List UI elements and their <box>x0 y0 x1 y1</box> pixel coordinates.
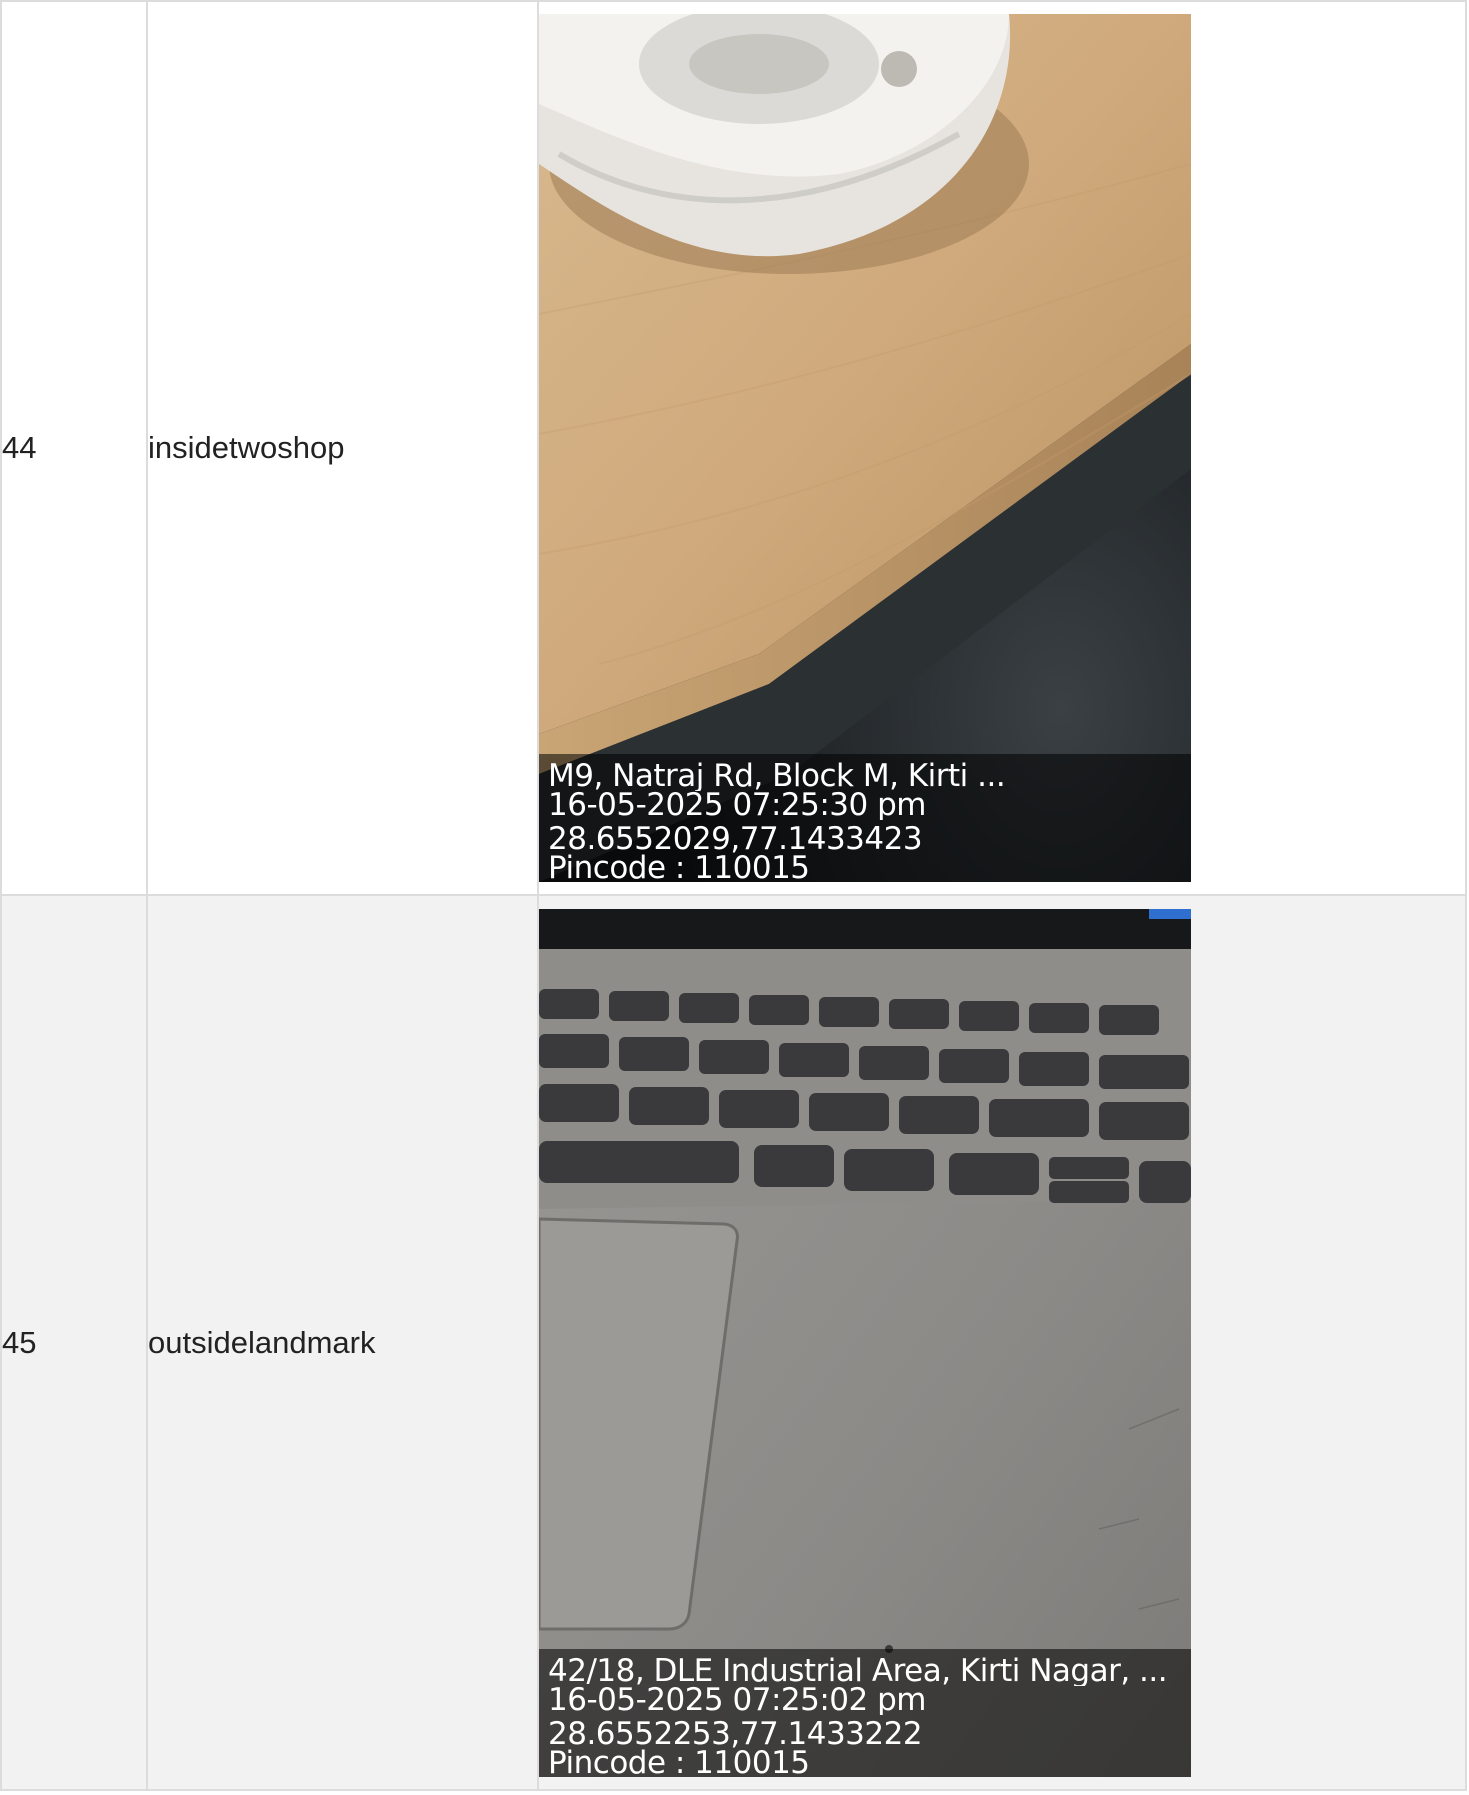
photo-laptop-scene <box>539 908 1191 1777</box>
geotagged-photo[interactable]: M9, Natraj Rd, Block M, Kirti ... 16-05-… <box>539 14 1191 882</box>
geotag-address: 42/18, DLE Industrial Area, Kirti Nagar,… <box>548 1656 1168 1686</box>
geotag-coordinates: 28.6552253,77.1433222 <box>548 1719 923 1749</box>
geotag-datetime: 16-05-2025 07:25:30 pm <box>548 791 926 820</box>
row-name-cell: outsidelandmark <box>146 894 539 1791</box>
geotag-datetime: 16-05-2025 07:25:02 pm <box>548 1685 926 1715</box>
geotag-pincode: Pincode : 110015 <box>548 854 810 882</box>
row-name: insidetwoshop <box>148 430 345 465</box>
geotag-pincode: Pincode : 110015 <box>548 1748 810 1777</box>
table-row: 44 insidetwoshop M9, Natraj Rd, Block M,… <box>0 0 1467 896</box>
row-name-cell: insidetwoshop <box>146 0 539 896</box>
row-photo-cell: M9, Natraj Rd, Block M, Kirti ... 16-05-… <box>537 0 1467 896</box>
geotag-address: M9, Natraj Rd, Block M, Kirti ... <box>548 762 1006 791</box>
geotag-overlay: 42/18, DLE Industrial Area, Kirti Nagar,… <box>539 1648 1191 1777</box>
row-id: 45 <box>2 1324 37 1360</box>
photo-desk-scene <box>539 14 1191 882</box>
row-id-cell: 45 <box>0 894 148 1791</box>
row-name: outsidelandmark <box>148 1324 376 1360</box>
row-id-cell: 44 <box>0 0 148 896</box>
row-photo-cell: 42/18, DLE Industrial Area, Kirti Nagar,… <box>537 894 1467 1791</box>
geotag-coordinates: 28.6552029,77.1433423 <box>548 825 923 854</box>
row-id: 44 <box>2 430 37 465</box>
photo-table: 44 insidetwoshop M9, Natraj Rd, Block M,… <box>0 0 1467 1791</box>
geotag-overlay: M9, Natraj Rd, Block M, Kirti ... 16-05-… <box>539 754 1191 882</box>
geotagged-photo[interactable]: 42/18, DLE Industrial Area, Kirti Nagar,… <box>539 908 1191 1777</box>
table-row: 45 outsidelandmark 42/18, DLE Industrial… <box>0 894 1467 1791</box>
